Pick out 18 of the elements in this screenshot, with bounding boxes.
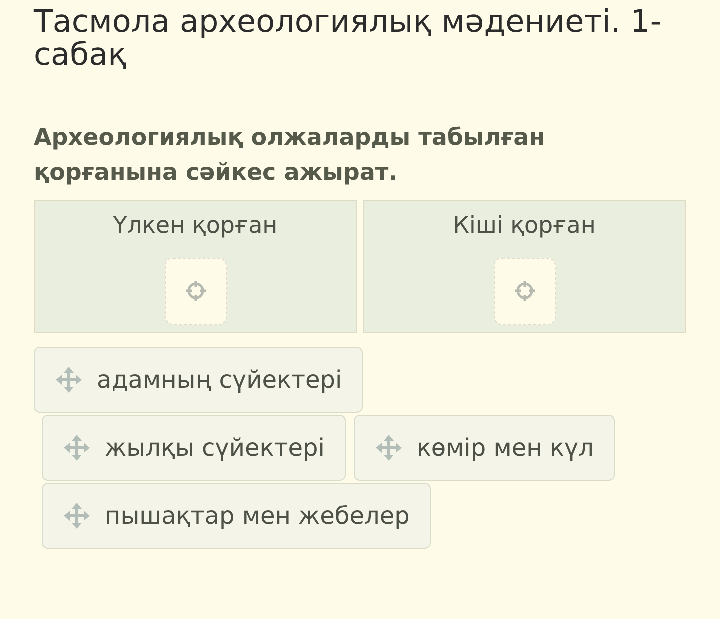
question-text: Археологиялық олжаларды табылған қорғанына сәйкес ажырат.	[34, 124, 546, 188]
zone-label: Үлкен қорған	[113, 212, 278, 242]
drop-zone[interactable]: Кіші қорған	[363, 200, 686, 334]
drop-slot[interactable]	[164, 258, 226, 325]
move-icon	[63, 502, 91, 530]
move-icon	[63, 434, 91, 462]
draggable-answer[interactable]: жылқы сүйектері	[42, 415, 346, 482]
zone-label: Кіші қорған	[453, 212, 596, 242]
move-icon	[374, 434, 403, 462]
draggable-answer[interactable]: адамның сүйектері	[34, 347, 364, 414]
target-icon	[184, 279, 208, 304]
drop-zone[interactable]: Үлкен қорған	[34, 200, 357, 334]
move-icon	[55, 366, 83, 394]
draggable-answer[interactable]: көмір мен күл	[354, 415, 615, 482]
draggable-answer[interactable]: пышақтар мен жебелер	[42, 483, 431, 550]
drop-slot[interactable]	[494, 258, 556, 325]
target-icon	[512, 279, 536, 304]
page-title: Тасмола археологиялық мәдениеті. 1-сабақ	[34, 6, 663, 72]
